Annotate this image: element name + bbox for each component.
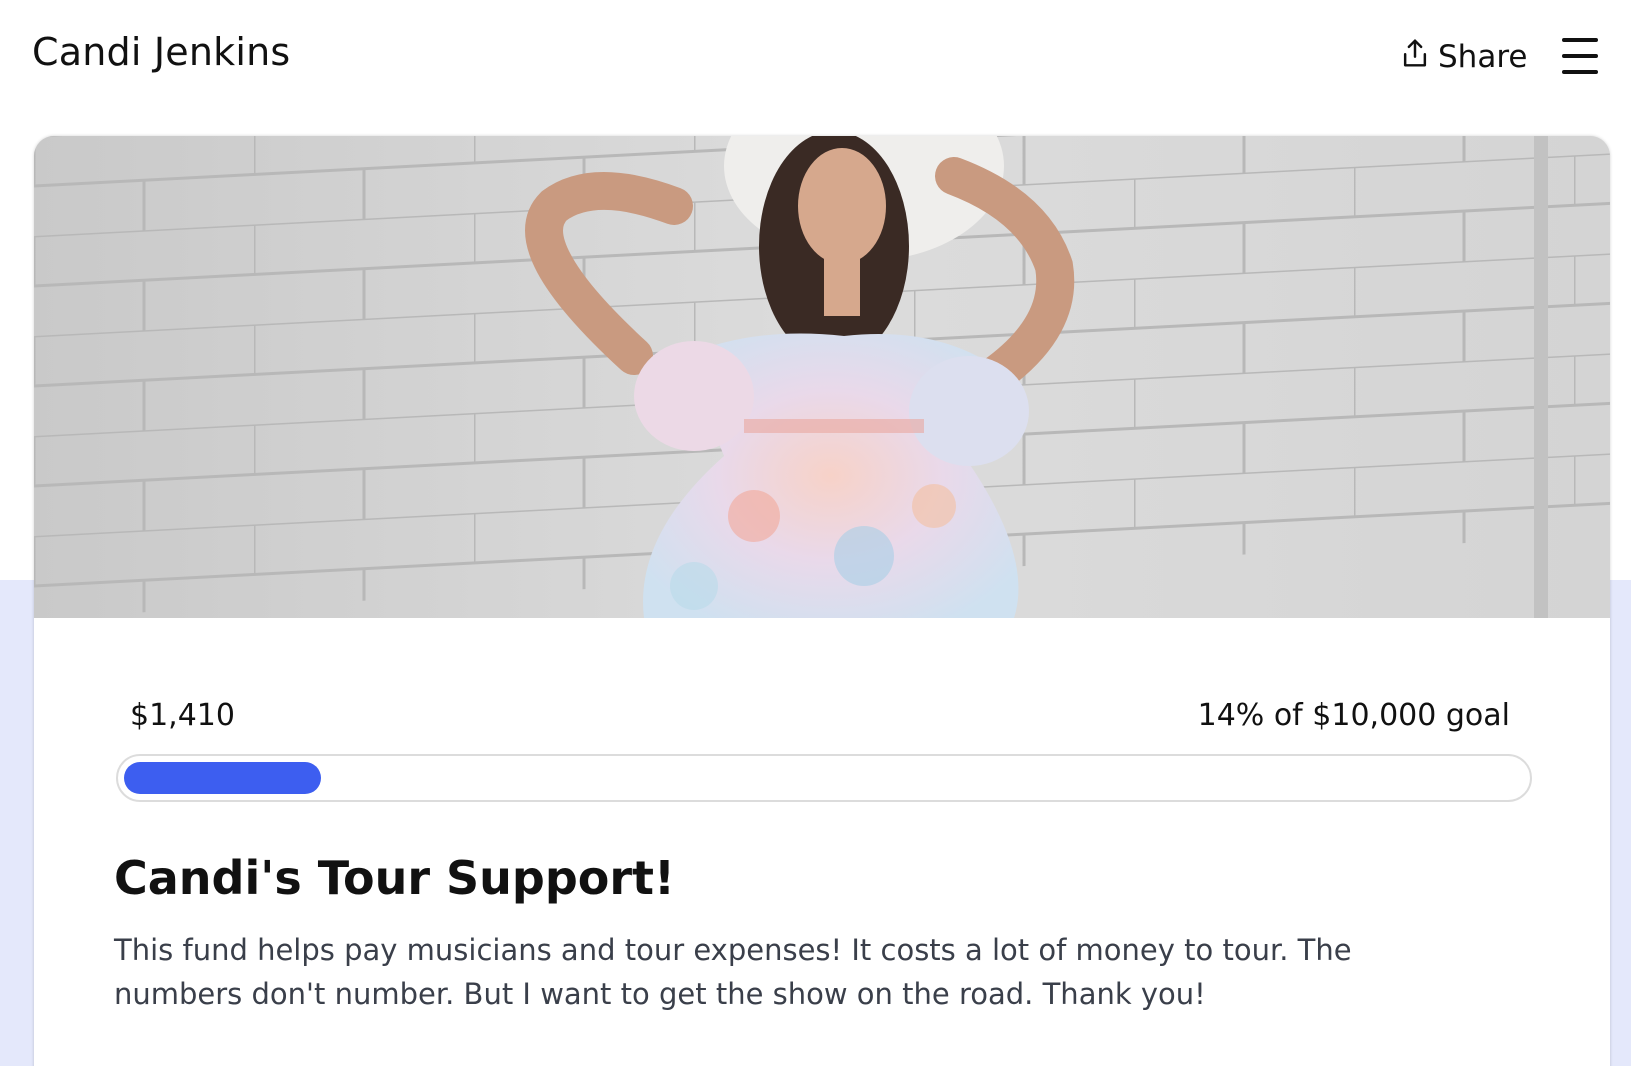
page: Candi Jenkins Share $1,410 14% of $10,00… bbox=[0, 0, 1631, 1066]
goal-progress-text: 14% of $10,000 goal bbox=[1197, 698, 1510, 733]
hamburger-menu-icon-bar bbox=[1562, 70, 1598, 74]
creator-name[interactable]: Candi Jenkins bbox=[32, 30, 290, 74]
progress-bar bbox=[116, 754, 1532, 802]
share-label: Share bbox=[1438, 39, 1528, 75]
share-upload-icon bbox=[1400, 37, 1430, 77]
progress-bar-fill bbox=[124, 762, 321, 794]
fundraiser-card: $1,410 14% of $10,000 goal Candi's Tour … bbox=[34, 136, 1610, 1066]
hero-image bbox=[34, 136, 1610, 618]
fundraiser-title: Candi's Tour Support! bbox=[114, 851, 676, 905]
share-button[interactable]: Share bbox=[1400, 34, 1527, 80]
fundraiser-description: This fund helps pay musicians and tour e… bbox=[114, 933, 1352, 1011]
hamburger-menu-button[interactable] bbox=[1562, 38, 1602, 74]
top-bar: Candi Jenkins Share bbox=[0, 0, 1631, 110]
funding-stats: $1,410 14% of $10,000 goal bbox=[130, 698, 1510, 738]
amount-raised: $1,410 bbox=[130, 698, 235, 733]
hero-photo bbox=[34, 136, 1610, 618]
hamburger-menu-icon-bar bbox=[1562, 54, 1598, 58]
hamburger-menu-icon bbox=[1562, 38, 1598, 42]
